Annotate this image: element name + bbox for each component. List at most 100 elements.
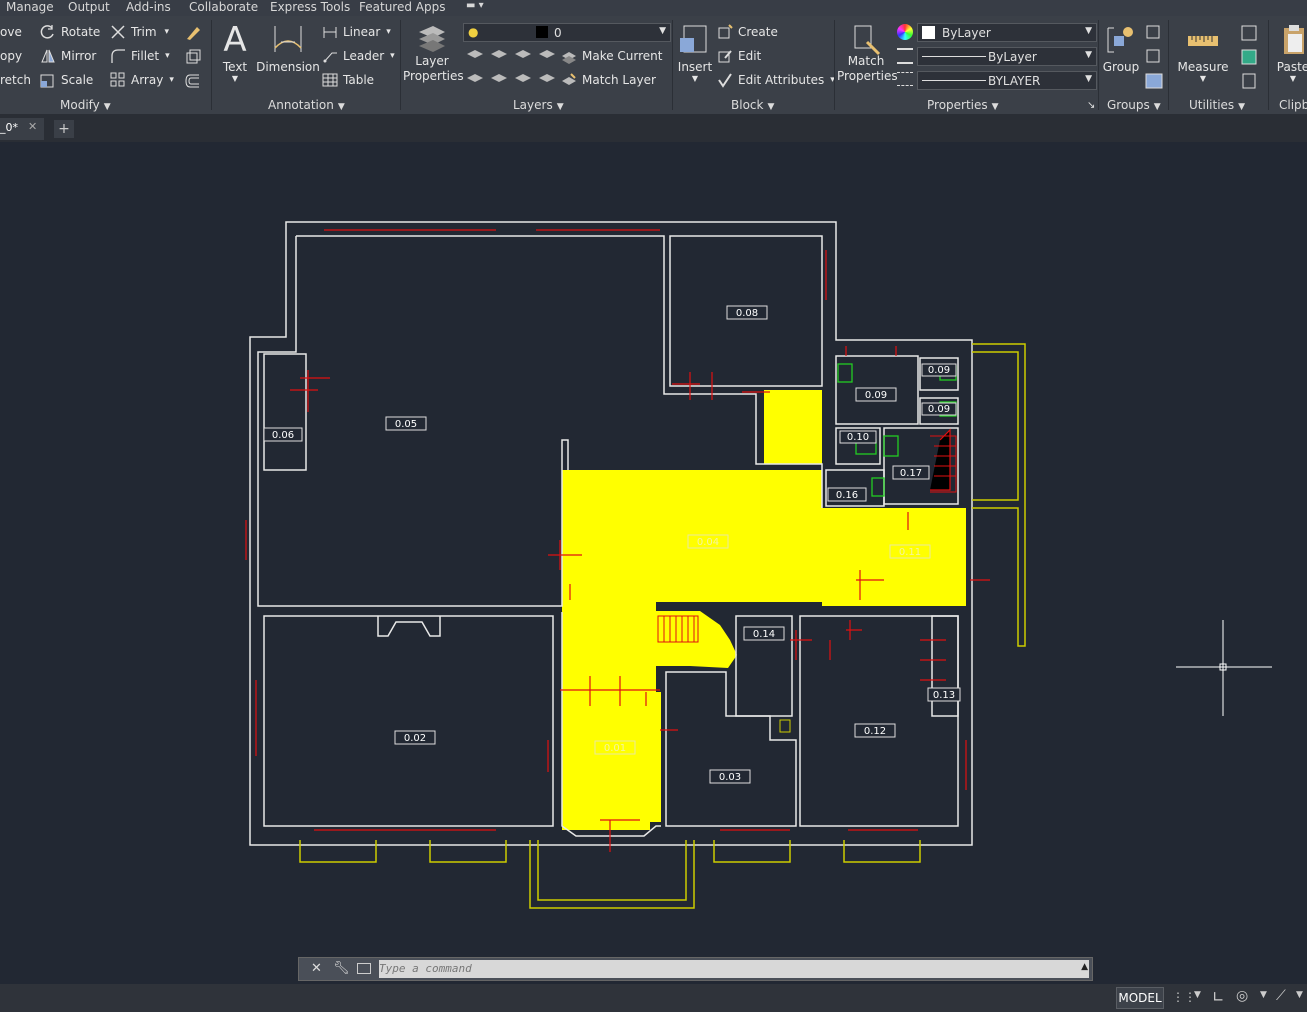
stretch-tool[interactable]: retch	[0, 70, 31, 90]
match-layer-tool[interactable]: Match Layer	[561, 70, 656, 90]
create-block-tool[interactable]: Create	[717, 22, 778, 42]
room-label[interactable]: 0.10	[847, 432, 869, 443]
clipboard-panel-title[interactable]: Clipb	[1279, 98, 1307, 112]
block-panel-title[interactable]: Block ▼	[731, 98, 774, 112]
text-tool[interactable]: A Text ▼	[220, 22, 250, 83]
room-label[interactable]: 0.03	[719, 772, 741, 783]
file-tab-bar: _0* ✕ +	[0, 114, 1307, 142]
utilities-panel-title[interactable]: Utilities ▼	[1189, 98, 1245, 112]
room-label[interactable]: 0.14	[753, 629, 775, 640]
copy-tool[interactable]: opy	[0, 46, 22, 66]
offset-icon[interactable]	[184, 72, 202, 90]
fillet-tool[interactable]: Fillet ▾	[110, 46, 170, 66]
layer-dropdown[interactable]: ● 0 ▼	[463, 23, 671, 42]
ortho-icon[interactable]: ∟	[1212, 988, 1225, 1006]
new-tab-button[interactable]: +	[54, 120, 74, 138]
layers-panel-title[interactable]: Layers ▼	[513, 98, 564, 112]
room-label[interactable]: 0.04	[697, 537, 719, 548]
room-label[interactable]: 0.09	[865, 390, 887, 401]
edit-block-tool[interactable]: Edit	[717, 46, 761, 66]
room-label[interactable]: 0.16	[836, 490, 858, 501]
linear-dim-icon	[323, 27, 337, 38]
move-tool[interactable]: ove	[0, 22, 22, 42]
chevron-down-icon[interactable]: ▼	[1296, 990, 1303, 1000]
menu-output[interactable]: Output	[68, 0, 110, 14]
chevron-down-icon[interactable]: ▼	[1260, 990, 1267, 1000]
room-label[interactable]: 0.01	[604, 743, 626, 754]
model-space-button[interactable]: MODEL	[1116, 987, 1164, 1009]
properties-panel: Match Properties ByLayer ▼ ByLayer ▼ BYLA…	[835, 16, 1098, 114]
dimension-icon	[274, 26, 302, 52]
menu-manage[interactable]: Manage	[6, 0, 54, 14]
rotate-tool[interactable]: Rotate	[40, 22, 100, 42]
leader-tool[interactable]: Leader ▾	[322, 46, 395, 66]
layer-properties-tool[interactable]: Layer Properties	[403, 22, 464, 84]
dialog-launcher-icon[interactable]: ↘	[1087, 100, 1095, 111]
command-history-icon[interactable]	[357, 963, 371, 974]
menu-add-ins[interactable]: Add-ins	[126, 0, 171, 14]
room-label[interactable]: 0.06	[272, 430, 294, 441]
linetype-icon[interactable]	[897, 72, 913, 86]
scale-tool[interactable]: Scale	[40, 70, 93, 90]
current-layer-name: 0	[554, 26, 562, 40]
lightbulb-icon: ●	[468, 25, 479, 39]
array-tool[interactable]: Array ▾	[110, 70, 174, 90]
groups-panel-title[interactable]: Groups ▼	[1107, 98, 1161, 112]
annotation-panel-title[interactable]: Annotation ▼	[268, 98, 345, 112]
trim-tool[interactable]: Trim ▾	[110, 22, 169, 42]
room-label[interactable]: 0.12	[864, 726, 886, 737]
room-label[interactable]: 0.05	[395, 419, 417, 430]
workspace-dropdown-icon[interactable]: ▬ ▾	[466, 0, 484, 11]
drawing-tab[interactable]: _0* ✕	[0, 118, 44, 140]
close-icon[interactable]: ✕	[311, 961, 322, 976]
room-label[interactable]: 0.02	[404, 733, 426, 744]
close-icon[interactable]: ✕	[28, 120, 37, 133]
group-tool[interactable]: Group	[1101, 22, 1141, 75]
layer-tools-icons[interactable]	[465, 46, 575, 92]
edit-attributes-tool[interactable]: Edit Attributes ▾	[717, 70, 835, 90]
linear-dim-tool[interactable]: Linear ▾	[322, 22, 391, 42]
command-input[interactable]: Type a command	[379, 960, 1089, 978]
properties-panel-title[interactable]: Properties ▼	[927, 98, 999, 112]
fillet-label: Fillet	[131, 49, 160, 63]
grid-icon[interactable]: ⋮⋮	[1172, 990, 1196, 1004]
match-properties-tool[interactable]: Match Properties	[837, 22, 898, 84]
wrench-icon[interactable]: 🔧︎	[333, 961, 350, 976]
chevron-down-icon[interactable]: ▼	[1194, 990, 1201, 1000]
chevron-up-icon[interactable]: ▲	[1081, 962, 1088, 972]
room-label[interactable]: 0.11	[899, 547, 921, 558]
rotate-label: Rotate	[61, 25, 101, 39]
room-label[interactable]: 0.13	[933, 690, 955, 701]
modify-panel-title[interactable]: Modify ▼	[60, 98, 111, 112]
paste-tool[interactable]: Paste ▼	[1273, 22, 1307, 83]
caret-down-icon: ▼	[556, 102, 564, 112]
room-label[interactable]: 0.09	[928, 404, 950, 415]
leader-label: Leader	[343, 49, 385, 63]
table-tool[interactable]: Table	[322, 70, 374, 90]
insert-tool[interactable]: Insert ▼	[675, 22, 715, 83]
menu-featured-apps[interactable]: Featured Apps	[359, 0, 445, 14]
color-wheel-icon[interactable]	[897, 24, 913, 40]
utility-tools-icons[interactable]	[1239, 24, 1259, 90]
lineweight-icon[interactable]	[897, 48, 913, 64]
room-label[interactable]: 0.09	[928, 365, 950, 376]
copy-stack-icon[interactable]	[184, 48, 202, 66]
linetype-dropdown[interactable]: BYLAYER ▼	[917, 71, 1097, 90]
room-label[interactable]: 0.08	[736, 308, 758, 319]
isodraft-icon[interactable]: ⟋	[1276, 988, 1286, 1004]
menu-collaborate[interactable]: Collaborate	[189, 0, 258, 14]
erase-icon[interactable]	[184, 24, 202, 42]
leader-icon	[323, 52, 337, 63]
dimension-tool[interactable]: Dimension	[256, 22, 320, 75]
mirror-tool[interactable]: Mirror	[40, 46, 96, 66]
group-tools-icons[interactable]	[1145, 24, 1163, 90]
room-label[interactable]: 0.17	[900, 468, 922, 479]
floor-plan-drawing[interactable]: 0.05 0.06 0.08 0.09 0.09 0.09 0.10 0.17 …	[0, 142, 1307, 984]
menu-express-tools[interactable]: Express Tools	[270, 0, 350, 14]
make-current-tool[interactable]: Make Current	[561, 46, 663, 66]
color-dropdown[interactable]: ByLayer ▼	[917, 23, 1097, 42]
polar-icon[interactable]: ◎	[1236, 988, 1248, 1004]
lineweight-dropdown[interactable]: ByLayer ▼	[917, 47, 1097, 66]
drawing-canvas[interactable]: 0.05 0.06 0.08 0.09 0.09 0.09 0.10 0.17 …	[0, 142, 1307, 984]
measure-tool[interactable]: Measure ▼	[1173, 22, 1233, 83]
